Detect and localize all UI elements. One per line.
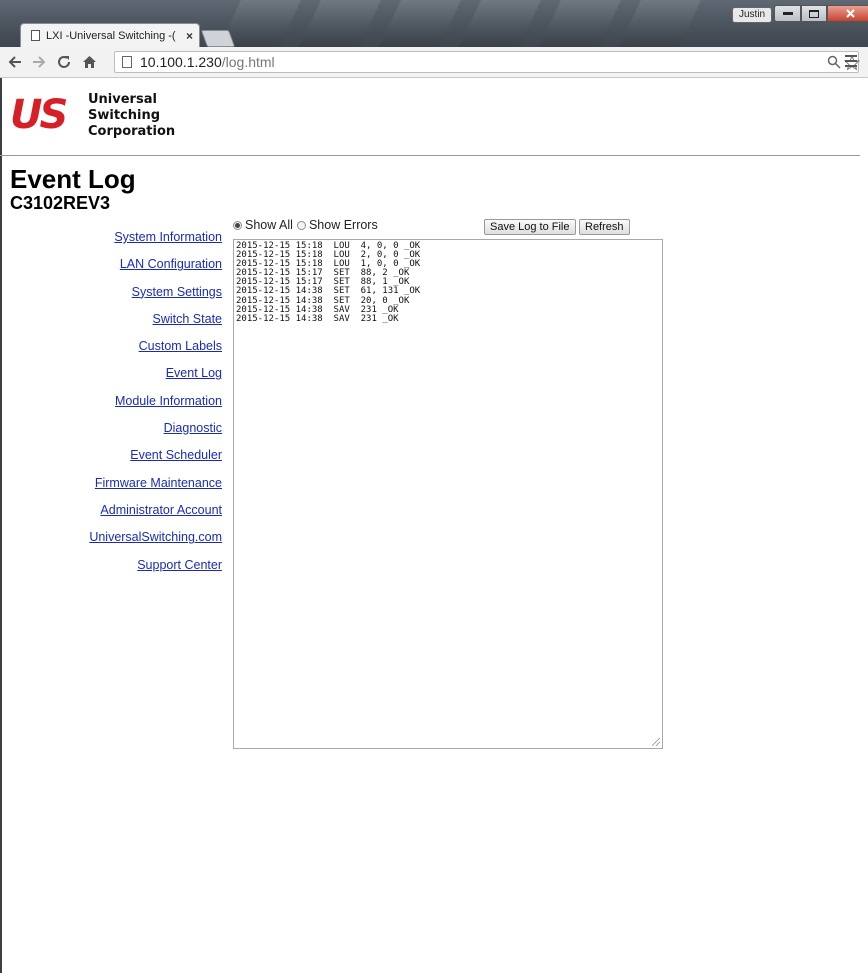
back-arrow-icon <box>8 56 21 68</box>
browser-titlebar: LXI -Universal Switching -( × Justin <box>0 0 868 47</box>
nav-system-settings[interactable]: System Settings <box>60 282 222 309</box>
nav-system-information[interactable]: System Information <box>60 227 222 254</box>
close-window-button[interactable] <box>827 5 868 22</box>
show-errors-radio[interactable] <box>296 220 306 230</box>
close-icon <box>845 9 855 18</box>
logo-line-3: Corporation <box>88 124 176 139</box>
maximize-button[interactable] <box>801 5 827 22</box>
nav-universalswitching-com[interactable]: UniversalSwitching.com <box>60 527 222 554</box>
chrome-menu-icon[interactable] <box>845 55 857 70</box>
logo-wordmark: Universal Switching Corporation <box>88 92 175 140</box>
page-icon <box>122 56 132 68</box>
titlebar-decoration <box>539 0 621 47</box>
nav-support-center[interactable]: Support Center <box>60 555 222 582</box>
home-icon <box>83 56 96 68</box>
logo-line-1: Universal <box>88 92 157 107</box>
show-all-radio[interactable] <box>233 220 242 230</box>
event-log-textarea[interactable]: 2015-12-15 15:18 LOU 4, 0, 0 _OK 2015-12… <box>233 239 663 749</box>
forward-arrow-icon <box>33 56 46 68</box>
show-errors-option[interactable]: Show Errors <box>296 218 378 232</box>
nav-diagnostic[interactable]: Diagnostic <box>60 418 222 445</box>
browser-tab[interactable]: LXI -Universal Switching -( × <box>20 23 200 47</box>
zoom-icon[interactable] <box>827 55 841 69</box>
nav-custom-labels[interactable]: Custom Labels <box>60 336 222 363</box>
titlebar-decoration <box>299 0 381 47</box>
header-divider <box>0 155 860 156</box>
nav-event-scheduler[interactable]: Event Scheduler <box>60 445 222 472</box>
logo-line-2: Switching <box>88 108 161 123</box>
url-text: 10.100.1.230/log.html <box>140 54 275 70</box>
show-errors-label: Show Errors <box>308 218 378 232</box>
log-line: 2015-12-15 14:38 SAV 231 _OK <box>236 313 399 324</box>
back-button[interactable] <box>8 52 22 74</box>
show-all-option[interactable]: Show All <box>233 218 293 232</box>
browser-toolbar: 10.100.1.230/log.html <box>0 47 868 78</box>
url-host: 10.100.1.230 <box>140 54 222 70</box>
nav-switch-state[interactable]: Switch State <box>60 309 222 336</box>
page-title: Event Log <box>10 164 136 194</box>
home-button[interactable] <box>82 52 97 74</box>
show-all-label: Show All <box>245 218 293 232</box>
nav-event-log[interactable]: Event Log <box>60 363 222 390</box>
forward-button[interactable] <box>32 52 46 74</box>
log-filter-group: Show All Show Errors <box>233 218 382 232</box>
titlebar-decoration <box>379 0 461 47</box>
refresh-button[interactable]: Refresh <box>579 219 630 235</box>
address-bar[interactable]: 10.100.1.230/log.html <box>114 51 860 73</box>
save-log-button[interactable]: Save Log to File <box>484 219 576 235</box>
svg-text:US: US <box>10 93 66 131</box>
reload-icon <box>58 56 70 68</box>
titlebar-decoration <box>619 0 701 47</box>
company-logo: US Universal Switching Corporation <box>10 90 190 150</box>
minimize-icon <box>782 12 793 15</box>
window-controls <box>774 5 868 22</box>
tab-close-icon[interactable]: × <box>186 29 193 43</box>
device-model: C3102REV3 <box>10 193 111 213</box>
titlebar-decoration <box>459 0 541 47</box>
page-viewport: US Universal Switching Corporation Event… <box>0 78 868 973</box>
sidebar-nav: System Information LAN Configuration Sys… <box>60 227 222 582</box>
reload-button[interactable] <box>57 52 71 74</box>
us-logo-mark: US <box>10 93 69 131</box>
new-tab-button[interactable] <box>200 30 236 47</box>
maximize-icon <box>809 9 819 18</box>
nav-module-information[interactable]: Module Information <box>60 391 222 418</box>
tab-title: LXI -Universal Switching -( <box>46 29 176 42</box>
window-border <box>0 78 2 973</box>
textarea-resize-handle[interactable] <box>652 738 660 746</box>
url-path: /log.html <box>221 54 275 70</box>
profile-badge[interactable]: Justin <box>732 7 773 23</box>
minimize-button[interactable] <box>774 5 801 22</box>
nav-administrator-account[interactable]: Administrator Account <box>60 500 222 527</box>
nav-firmware-maintenance[interactable]: Firmware Maintenance <box>60 473 222 500</box>
nav-lan-configuration[interactable]: LAN Configuration <box>60 254 222 281</box>
page-icon <box>31 30 40 41</box>
